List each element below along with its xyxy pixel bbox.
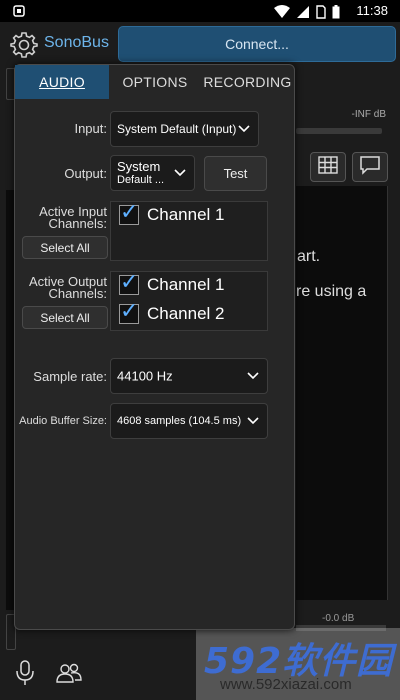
buffer-size-select[interactable]: 4608 samples (104.5 ms) [110, 403, 268, 439]
grid-icon [318, 156, 338, 178]
sample-rate-select[interactable]: 44100 Hz [110, 358, 268, 394]
tab-options[interactable]: OPTIONS [109, 65, 201, 99]
wifi-icon [274, 4, 290, 23]
info-text-line-1: art. [297, 248, 321, 265]
input-label: Input: [74, 121, 107, 136]
checkmark-icon: ✓ [120, 200, 139, 225]
grid-view-button[interactable] [310, 152, 346, 182]
input-device-select[interactable]: System Default (Input) [110, 111, 259, 147]
tab-recording[interactable]: RECORDING [201, 65, 294, 99]
status-time: 11:38 [356, 3, 388, 18]
chevron-down-icon [174, 169, 186, 177]
input-channel-1[interactable]: ✓ Channel 1 [119, 200, 225, 227]
settings-tabs: AUDIO OPTIONS RECORDING [15, 65, 294, 99]
audio-settings-panel: AUDIO OPTIONS RECORDING Input: System De… [14, 64, 295, 630]
checkmark-icon: ✓ [120, 270, 139, 295]
input-meter-label: -INF dB [351, 109, 386, 120]
battery-icon [332, 4, 340, 23]
status-bar: 11:38 [0, 0, 400, 22]
checkmark-icon: ✓ [120, 299, 139, 324]
output-channel-1[interactable]: ✓ Channel 1 [119, 270, 225, 297]
input-channel-1-label: Channel 1 [147, 205, 225, 224]
chat-button[interactable] [352, 152, 388, 182]
output-device-value-line2: Default ... [117, 174, 165, 186]
output-channel-2-checkbox[interactable]: ✓ [119, 299, 139, 324]
chat-icon [359, 155, 381, 179]
sample-rate-label: Sample rate: [33, 369, 107, 384]
info-text-line-2: re using a [296, 283, 367, 300]
input-device-value: System Default (Input) [117, 122, 237, 136]
select-all-input-button[interactable]: Select All [22, 236, 108, 259]
input-channel-list: ✓ Channel 1 [110, 201, 268, 261]
notification-icon [12, 4, 26, 21]
test-button[interactable]: Test [204, 156, 267, 191]
connect-button[interactable]: Connect... [118, 26, 396, 62]
input-meter [296, 128, 382, 134]
select-all-output-button[interactable]: Select All [22, 306, 108, 329]
watermark: 592软件园 www.592xiazai.com [196, 628, 400, 700]
microphone-icon[interactable] [14, 660, 36, 686]
app-brand: SonoBus [44, 34, 109, 51]
chevron-down-icon [247, 417, 259, 425]
chevron-down-icon [238, 125, 250, 133]
tab-audio[interactable]: AUDIO [15, 65, 109, 99]
output-device-select[interactable]: System Default ... [110, 155, 195, 191]
output-channel-2[interactable]: ✓ Channel 2 [119, 299, 225, 326]
background-panel-edge [6, 190, 14, 610]
output-label: Output: [64, 166, 107, 181]
input-channel-1-checkbox[interactable]: ✓ [119, 200, 139, 225]
active-output-label-line2: Channels: [48, 286, 107, 301]
output-channel-2-label: Channel 2 [147, 304, 225, 323]
watermark-url: www.592xiazai.com [220, 676, 352, 693]
output-channel-1-label: Channel 1 [147, 275, 225, 294]
output-device-value-line1: System [117, 159, 161, 174]
output-level-label: -0.0 dB [322, 613, 355, 624]
output-channel-1-checkbox[interactable]: ✓ [119, 270, 139, 295]
active-input-label-line2: Channels: [48, 216, 107, 231]
chevron-down-icon [247, 372, 259, 380]
buffer-size-value: 4608 samples (104.5 ms) [117, 415, 242, 427]
people-icon[interactable] [54, 662, 84, 684]
signal-icon [296, 4, 310, 23]
sample-rate-value: 44100 Hz [117, 368, 173, 384]
output-channel-list: ✓ Channel 1 ✓ Channel 2 [110, 271, 268, 331]
gear-icon[interactable] [10, 31, 38, 59]
buffer-size-label: Audio Buffer Size: [19, 415, 107, 427]
sim-icon [316, 4, 326, 23]
